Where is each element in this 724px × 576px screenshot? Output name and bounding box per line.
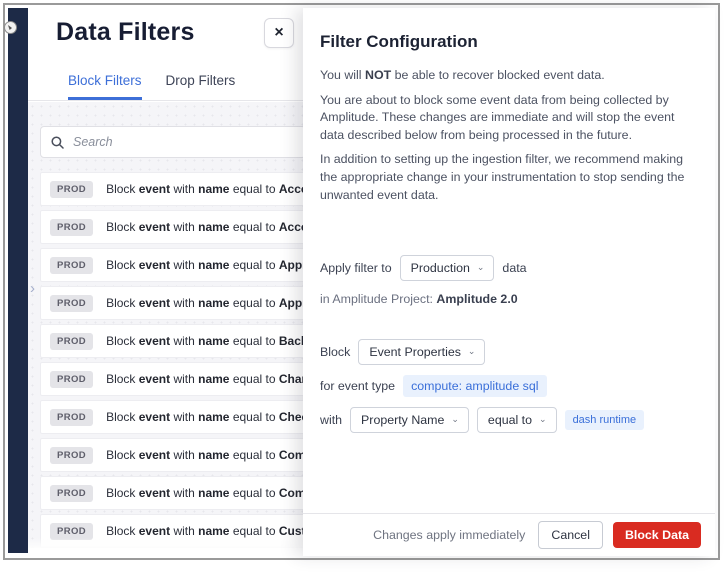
screenshot-frame: Data Filters × Block Filters Drop Filter… — [3, 3, 720, 560]
property-name-select-value: Property Name — [361, 413, 445, 428]
data-filters-drawer: Data Filters × Block Filters Drop Filter… — [28, 8, 310, 548]
drawer-header: Data Filters × Block Filters Drop Filter… — [28, 8, 310, 101]
filter-description: Block event with name equal to Appr — [106, 258, 307, 272]
env-badge: PROD — [50, 522, 94, 540]
amplitude-data-filters-app: Data Filters × Block Filters Drop Filter… — [4, 5, 718, 558]
env-badge: PROD — [50, 370, 94, 388]
cursor-badge-icon — [4, 21, 17, 34]
env-badge: PROD — [50, 256, 94, 274]
block-type-row: Block Event Properties ⌄ — [320, 339, 699, 366]
filter-list-item[interactable]: PROD Block event with name equal to Acco — [40, 210, 310, 244]
warning-bold: NOT — [365, 68, 392, 82]
filter-tabs: Block Filters Drop Filters — [68, 73, 235, 100]
footer-note: Changes apply immediately — [373, 528, 526, 542]
filter-description: Block event with name equal to Acco — [106, 182, 309, 196]
filter-configuration-body: Filter Configuration You will NOT be abl… — [320, 8, 699, 512]
block-label: Block — [320, 345, 351, 360]
project-line: in Amplitude Project: Amplitude 2.0 — [320, 292, 699, 306]
search-icon — [51, 135, 64, 149]
env-badge: PROD — [50, 180, 94, 198]
apply-filter-suffix: data — [502, 261, 527, 276]
filter-description: Block event with name equal to Comp — [106, 486, 310, 500]
env-badge: PROD — [50, 408, 94, 426]
filter-list-item[interactable]: PROD Block event with name equal to Appr — [40, 286, 310, 320]
block-type-select[interactable]: Event Properties ⌄ — [358, 339, 486, 366]
search-placeholder: Search — [73, 135, 113, 149]
panel-title: Filter Configuration — [320, 32, 478, 51]
project-prefix: in Amplitude Project: — [320, 292, 437, 307]
with-label: with — [320, 413, 343, 428]
env-badge: PROD — [50, 218, 94, 236]
cancel-button[interactable]: Cancel — [538, 521, 603, 549]
recommendation-paragraph: In addition to setting up the ingestion … — [320, 152, 685, 202]
filter-description: Block event with name equal to Cust — [106, 524, 306, 538]
filter-list-item[interactable]: PROD Block event with name equal to Back — [40, 324, 310, 358]
left-nav-rail — [4, 8, 28, 553]
env-badge: PROD — [50, 332, 94, 350]
filter-description: Block event with name equal to Chec — [106, 410, 309, 424]
project-name: Amplitude 2.0 — [436, 292, 518, 307]
filter-list-item[interactable]: PROD Block event with name equal to Comp — [40, 476, 310, 510]
filter-list-item[interactable]: PROD Block event with name equal to Appr — [40, 248, 310, 282]
warning-post: be able to recover blocked event data. — [391, 68, 605, 82]
warning-paragraph: You will NOT be able to recover blocked … — [320, 67, 699, 85]
property-condition-row: with Property Name ⌄ equal to ⌄ dash run… — [320, 407, 699, 434]
event-type-row: for event type compute: amplitude sql — [320, 375, 699, 398]
filters-list: PROD Block event with name equal to Acco… — [40, 172, 310, 548]
tab-drop-filters[interactable]: Drop Filters — [166, 73, 236, 100]
filter-list-item[interactable]: PROD Block event with name equal to Acco — [40, 172, 310, 206]
env-badge: PROD — [50, 446, 94, 464]
environment-select[interactable]: Production ⌄ — [399, 255, 495, 282]
close-icon: × — [274, 24, 284, 41]
filters-list-area: Search PROD Block event with name equal … — [28, 102, 310, 548]
filter-description: Block event with name equal to Acco — [106, 220, 309, 234]
property-name-select[interactable]: Property Name ⌄ — [350, 407, 469, 434]
filter-list-item[interactable]: PROD Block event with name equal to Comp — [40, 438, 310, 472]
chevron-down-icon: ⌄ — [467, 345, 476, 356]
warning-pre: You will — [320, 68, 365, 82]
filter-description: Block event with name equal to Back — [106, 334, 308, 348]
panel-footer: Changes apply immediately Cancel Block D… — [303, 513, 715, 556]
drawer-title: Data Filters — [56, 18, 195, 46]
filter-description: Block event with name equal to Comp — [106, 448, 310, 462]
chevron-down-icon: ⌄ — [539, 413, 547, 424]
filter-list-item[interactable]: PROD Block event with name equal to Cust — [40, 514, 310, 548]
property-value-chip[interactable]: dash runtime — [564, 410, 645, 431]
chevron-down-icon: ⌄ — [476, 261, 485, 272]
drawer-expand-chevron-icon[interactable]: › — [30, 281, 35, 296]
block-data-button[interactable]: Block Data — [612, 522, 701, 548]
operator-select-value: equal to — [487, 413, 533, 428]
tab-block-filters[interactable]: Block Filters — [68, 73, 142, 100]
apply-filter-label: Apply filter to — [320, 261, 392, 276]
filter-description: Block event with name equal to Chan — [106, 372, 309, 386]
filter-description: Block event with name equal to Appr — [106, 296, 307, 310]
filter-list-item[interactable]: PROD Block event with name equal to Chan — [40, 362, 310, 396]
close-drawer-button[interactable]: × — [264, 18, 294, 48]
env-badge: PROD — [50, 294, 94, 312]
env-badge: PROD — [50, 484, 94, 502]
operator-select[interactable]: equal to ⌄ — [476, 407, 557, 434]
apply-filter-row: Apply filter to Production ⌄ data — [320, 255, 699, 282]
search-input[interactable]: Search — [40, 126, 306, 158]
description-paragraph: You are about to block some event data f… — [320, 92, 675, 142]
environment-select-value: Production — [410, 261, 470, 276]
chevron-down-icon: ⌄ — [451, 413, 459, 424]
filter-list-item[interactable]: PROD Block event with name equal to Chec — [40, 400, 310, 434]
event-type-chip[interactable]: compute: amplitude sql — [403, 375, 547, 398]
filter-configuration-panel: Filter Configuration You will NOT be abl… — [303, 8, 715, 556]
event-type-label: for event type — [320, 379, 396, 394]
block-type-select-value: Event Properties — [369, 345, 461, 360]
